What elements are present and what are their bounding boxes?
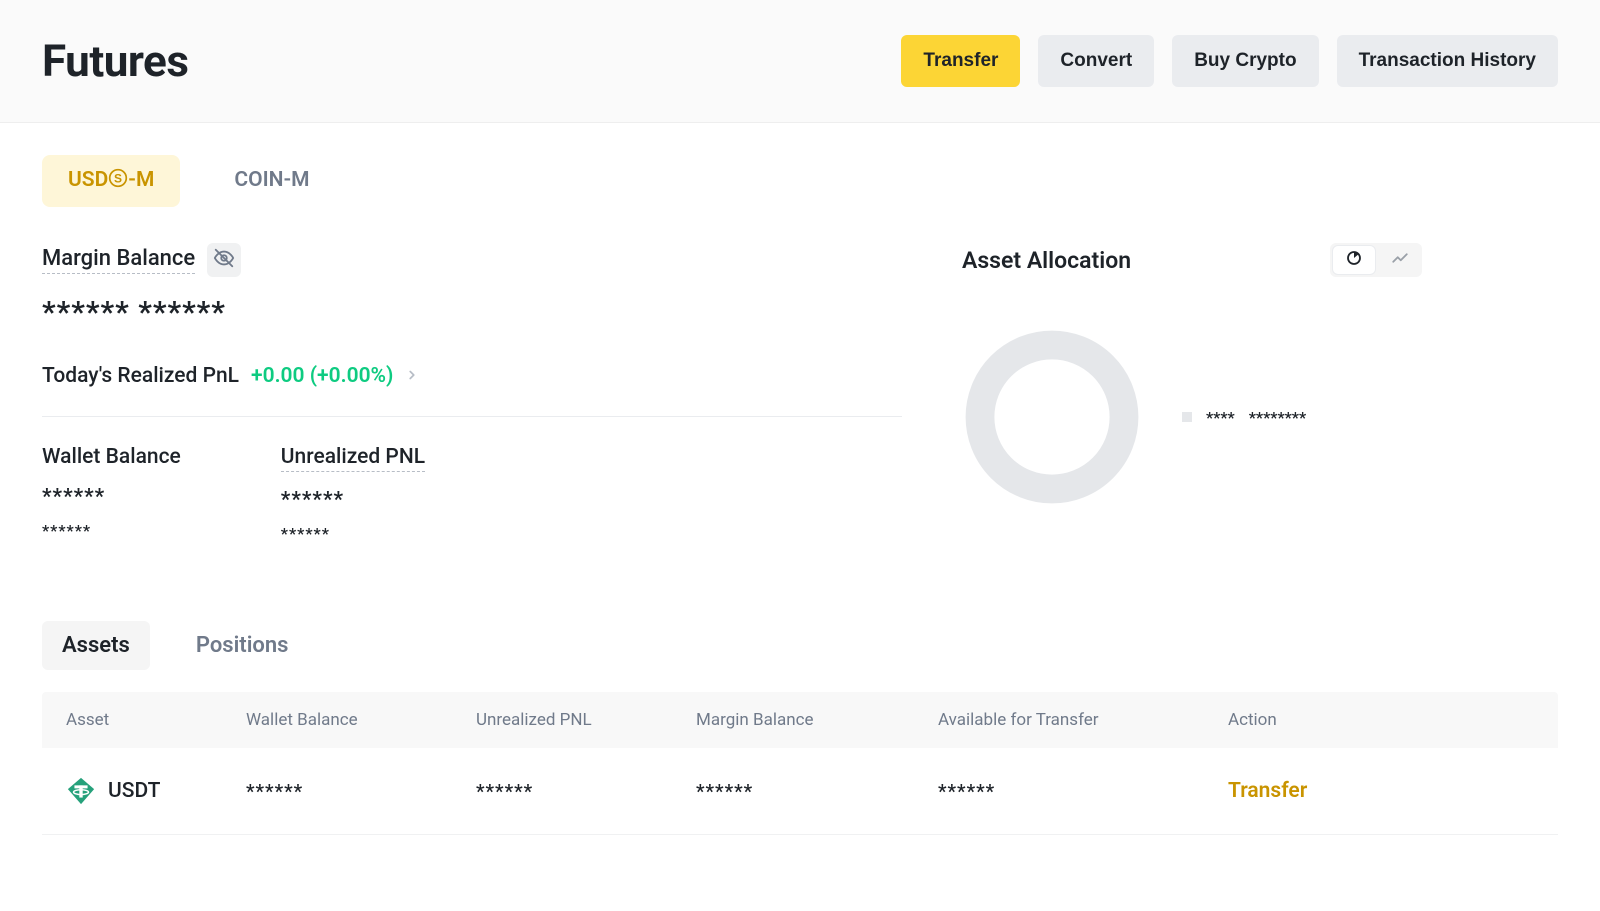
assets-positions-tabs: Assets Positions [42,621,1558,670]
unrealized-pnl-label: Unrealized PNL [281,445,425,472]
chevron-right-icon [405,366,419,387]
allocation-legend: **** ******** [1182,408,1306,427]
realized-pnl-label: Today's Realized PnL [42,364,239,388]
buy-crypto-button[interactable]: Buy Crypto [1172,35,1318,87]
col-action: Action [1228,710,1534,730]
table-header-row: Asset Wallet Balance Unrealized PNL Marg… [42,692,1558,748]
eye-off-icon [213,247,235,273]
header-actions: Transfer Convert Buy Crypto Transaction … [901,35,1558,87]
col-unrealized-pnl: Unrealized PNL [476,710,696,730]
convert-button[interactable]: Convert [1038,35,1154,87]
wallet-balance-block: Wallet Balance ****** ****** [42,445,181,543]
asset-allocation-title: Asset Allocation [962,247,1131,274]
svg-text:S: S [114,172,122,186]
wallet-balance-label: Wallet Balance [42,445,181,469]
col-wallet-balance: Wallet Balance [246,710,476,730]
allocation-view-toggle [1330,243,1422,277]
futures-type-tabs: USD S -M COIN-M [42,155,1558,207]
allocation-donut-chart [962,327,1142,507]
legend-name: **** [1206,408,1235,427]
col-asset: Asset [66,710,246,730]
asset-symbol: USDT [108,779,160,803]
row-transfer-link[interactable]: Transfer [1228,779,1534,803]
page-title: Futures [42,35,188,87]
allocation-line-toggle[interactable] [1378,243,1422,277]
table-row: USDT ****** ****** ****** ****** Transfe… [42,748,1558,835]
wallet-balance-value-primary: ****** [42,485,181,509]
tab-assets[interactable]: Assets [42,621,150,670]
legend-swatch [1182,412,1192,422]
tab-usds-m-prefix: USD [68,168,108,192]
cell-wallet-balance: ****** [246,780,476,803]
circled-s-icon: S [108,168,128,194]
header-bar: Futures Transfer Convert Buy Crypto Tran… [0,0,1600,123]
unrealized-pnl-value-secondary: ****** [281,524,425,543]
cell-unrealized-pnl: ****** [476,780,696,803]
cell-available-transfer: ****** [938,780,1228,803]
assets-table: Asset Wallet Balance Unrealized PNL Marg… [42,692,1558,835]
unrealized-pnl-block: Unrealized PNL ****** ****** [281,445,425,543]
allocation-pie-toggle[interactable] [1332,245,1376,275]
transfer-button[interactable]: Transfer [901,35,1020,87]
tab-positions[interactable]: Positions [176,621,309,670]
realized-pnl-value: +0.00 (+0.00%) [251,364,393,388]
line-chart-icon [1391,249,1409,271]
realized-pnl-row[interactable]: Today's Realized PnL +0.00 (+0.00%) [42,364,902,388]
transaction-history-button[interactable]: Transaction History [1337,35,1558,87]
margin-balance-value: ****** ****** [42,295,902,330]
unrealized-pnl-value-primary: ****** [281,488,425,512]
pie-chart-icon [1345,249,1363,271]
divider [42,416,902,417]
col-available-transfer: Available for Transfer [938,710,1228,730]
cell-margin-balance: ****** [696,780,938,803]
tab-usds-m[interactable]: USD S -M [42,155,180,207]
asset-cell: USDT [66,776,246,806]
toggle-visibility-button[interactable] [207,243,241,277]
tab-usds-m-suffix: -M [128,168,154,192]
margin-balance-label: Margin Balance [42,246,195,274]
wallet-balance-value-secondary: ****** [42,521,181,540]
tab-coin-m[interactable]: COIN-M [208,155,335,207]
usdt-icon [66,776,96,806]
col-margin-balance: Margin Balance [696,710,938,730]
legend-value: ******** [1249,408,1306,427]
